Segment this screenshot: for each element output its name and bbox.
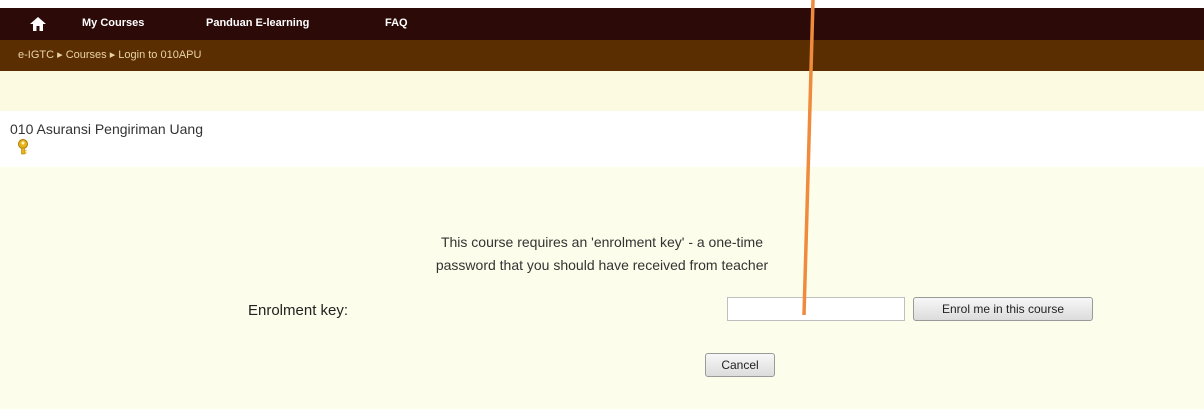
enrol-message-line2: password that you should have received f… [435,257,769,273]
course-header: 010 Asuransi Pengiriman Uang [0,111,1204,167]
enrol-panel [0,167,1204,409]
nav-my-courses[interactable]: My Courses [82,17,144,29]
nav-panduan-elearning[interactable]: Panduan E-learning [206,17,309,29]
cancel-button[interactable]: Cancel [705,353,775,377]
home-icon[interactable] [30,17,46,31]
top-navbar: My Courses Panduan E-learning FAQ [0,8,1204,40]
enrol-button[interactable]: Enrol me in this course [913,297,1093,321]
key-icon [18,139,28,155]
top-band [0,0,1204,8]
breadcrumb[interactable]: e-IGTC ▸ Courses ▸ Login to 010APU [18,48,201,61]
breadcrumb-bar: e-IGTC ▸ Courses ▸ Login to 010APU [0,40,1204,71]
enrolment-key-label: Enrolment key: [248,302,349,319]
course-title: 010 Asuransi Pengiriman Uang [10,121,204,137]
nav-faq[interactable]: FAQ [385,17,408,29]
header-spacer [0,71,1204,111]
enrol-message-line1: This course requires an 'enrolment key' … [440,234,764,250]
annotation-arrow [802,0,815,316]
